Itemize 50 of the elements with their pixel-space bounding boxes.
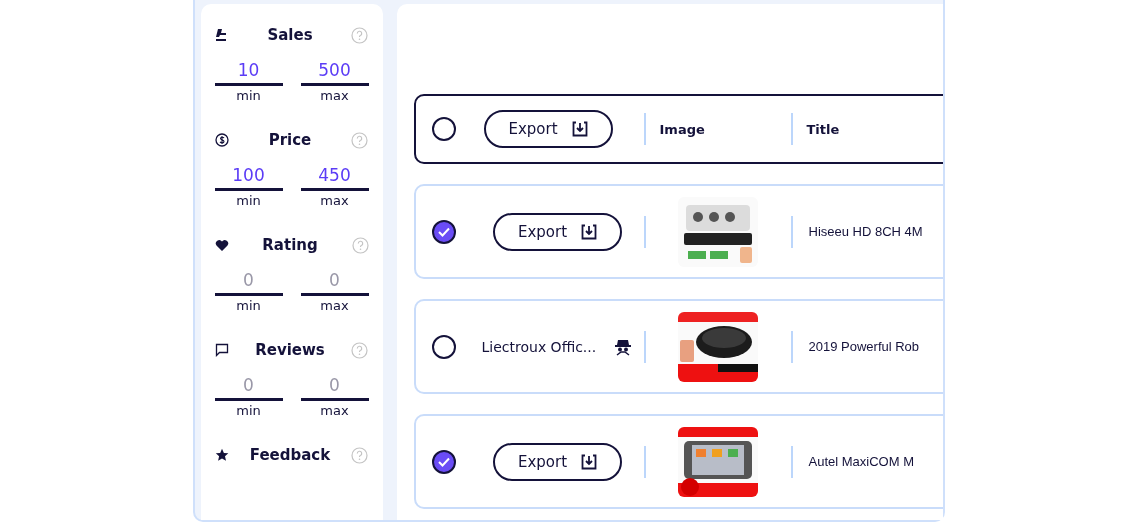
product-title: Autel MaxiCOM M [807, 454, 914, 469]
export-button[interactable]: Export [483, 110, 613, 148]
chat-icon [214, 343, 229, 357]
help-icon[interactable] [351, 446, 369, 464]
export-button[interactable]: Export [493, 442, 622, 481]
field-label: min [236, 403, 261, 418]
field-label: max [320, 88, 349, 103]
dollar-icon [214, 133, 229, 147]
download-icon [571, 121, 588, 137]
max-input[interactable]: 0 [300, 270, 369, 296]
max-input[interactable]: 450 [300, 165, 369, 191]
min-input[interactable]: 0 [214, 375, 283, 401]
check-icon [437, 456, 450, 467]
column-header: Image [658, 121, 705, 137]
field-label: max [320, 403, 349, 418]
help-icon[interactable] [351, 26, 369, 44]
download-icon [581, 453, 598, 470]
export-button[interactable]: Export [493, 212, 622, 251]
star-icon [214, 448, 229, 462]
filter-title: Reviews [255, 341, 325, 359]
field-label: min [236, 298, 261, 313]
spy-icon [613, 337, 632, 356]
field-label: max [320, 298, 349, 313]
checkbox[interactable] [431, 219, 456, 244]
checkbox[interactable] [431, 449, 456, 474]
product-title: 2019 Powerful Rob [807, 339, 920, 354]
filter-title: Price [268, 131, 312, 149]
field-label: min [236, 193, 261, 208]
gavel-icon [214, 28, 229, 42]
help-icon[interactable] [351, 131, 369, 149]
field-label: min [236, 88, 261, 103]
min-input[interactable]: 100 [214, 165, 283, 191]
check-icon [437, 226, 450, 237]
heart-icon [214, 238, 229, 252]
store-name: Liectroux Offic... [481, 338, 597, 355]
download-icon [581, 223, 598, 240]
min-input[interactable]: 10 [214, 60, 283, 86]
max-input[interactable]: 0 [300, 375, 369, 401]
help-icon[interactable] [351, 236, 369, 254]
product-title: Hiseeu HD 8CH 4M [807, 224, 923, 239]
checkbox[interactable] [431, 334, 456, 359]
filter-title: Feedback [249, 446, 331, 464]
filter-title: Rating [262, 236, 318, 254]
column-header: Title [805, 121, 840, 137]
help-icon[interactable] [351, 341, 369, 359]
max-input[interactable]: 500 [300, 60, 369, 86]
field-label: max [320, 193, 349, 208]
min-input[interactable]: 0 [214, 270, 283, 296]
filter-title: Sales [267, 26, 313, 44]
checkbox[interactable] [431, 117, 456, 141]
